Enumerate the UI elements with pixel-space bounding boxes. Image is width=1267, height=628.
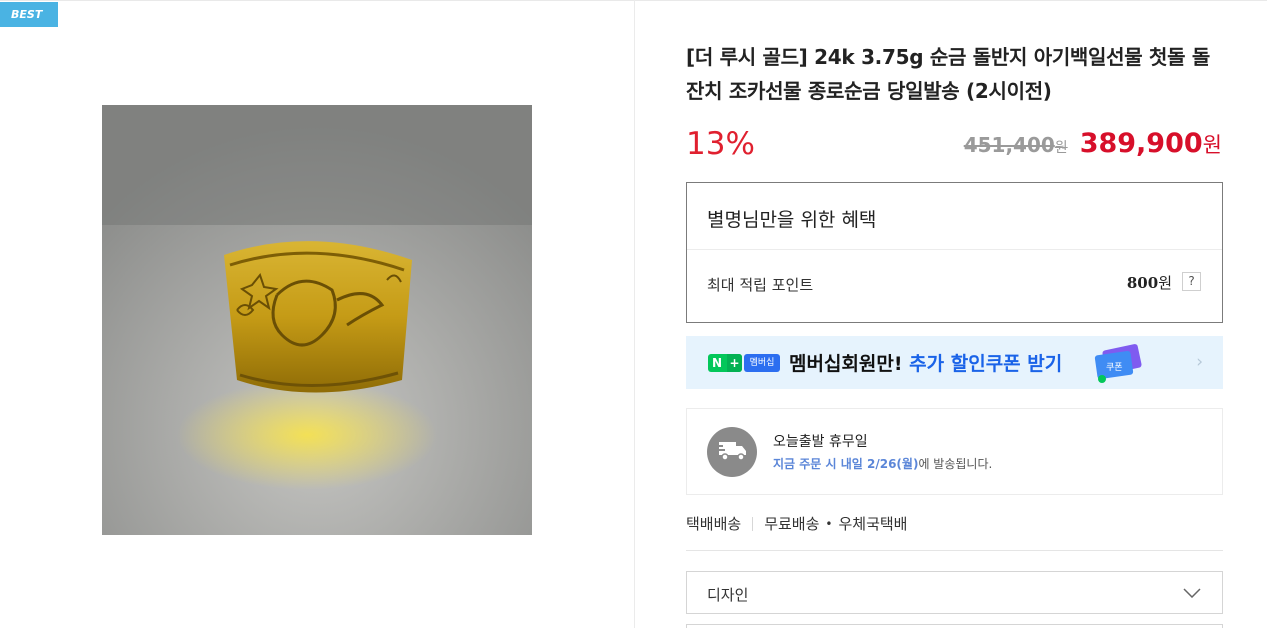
coupon-label: 쿠폰 <box>1106 362 1123 373</box>
original-price: 451,400원 <box>963 133 1068 157</box>
chevron-right-icon: › <box>1196 352 1203 372</box>
best-badge: BEST <box>0 2 58 27</box>
shipping-info-box: 오늘출발 휴무일 지금 주문 시 내일 2/26(월)에 발송됩니다. <box>686 408 1223 495</box>
option-select-next[interactable] <box>686 624 1223 628</box>
delivery-fee: 무료배송 <box>764 515 820 533</box>
membership-coupon-banner[interactable]: N + 멤버십 멤버십회원만! 추가 할인쿠폰 받기 쿠폰 › <box>686 336 1223 389</box>
delivery-dot: • <box>825 516 833 531</box>
column-divider <box>634 0 635 628</box>
chevron-down-icon <box>1183 588 1201 598</box>
price-box: 451,400원 389,900원 <box>964 128 1222 159</box>
benefit-divider <box>687 249 1222 250</box>
discount-rate: 13% <box>686 126 755 162</box>
benefit-title: 별명님만을 위한 혜택 <box>707 209 877 231</box>
product-image[interactable] <box>102 105 532 535</box>
naver-plus-badge: N + <box>708 354 742 372</box>
delivery-info: 택배배송 무료배송 • 우체국택배 <box>686 513 908 534</box>
membership-tag: 멤버십 <box>744 354 780 372</box>
shipping-subtext: 지금 주문 시 내일 2/26(월)에 발송됩니다. <box>773 457 993 471</box>
coupon-icon: 쿠폰 <box>1094 344 1142 383</box>
product-title: [더 루시 골드] 24k 3.75g 순금 돌반지 아기백일선물 첫돌 돌잔치… <box>686 45 1210 103</box>
truck-icon <box>707 427 757 477</box>
benefit-box: 별명님만을 위한 혜택 최대 적립 포인트 800원 ? <box>686 182 1223 323</box>
sale-price: 389,900원 <box>1079 128 1222 159</box>
gold-ring-photo <box>102 105 532 535</box>
points-help-button[interactable]: ? <box>1182 272 1201 291</box>
delivery-method: 택배배송 <box>686 515 742 533</box>
section-divider <box>686 550 1223 551</box>
max-points-value: 800원 <box>1126 274 1172 292</box>
membership-text: 멤버십회원만! 추가 할인쿠폰 받기 <box>789 353 1063 375</box>
delivery-carrier: 우체국택배 <box>838 515 908 533</box>
shipping-title: 오늘출발 휴무일 <box>773 434 868 450</box>
max-points-label: 최대 적립 포인트 <box>707 276 814 294</box>
option-select-design[interactable]: 디자인 <box>686 571 1223 614</box>
delivery-separator <box>752 516 754 531</box>
option-label: 디자인 <box>707 586 749 604</box>
